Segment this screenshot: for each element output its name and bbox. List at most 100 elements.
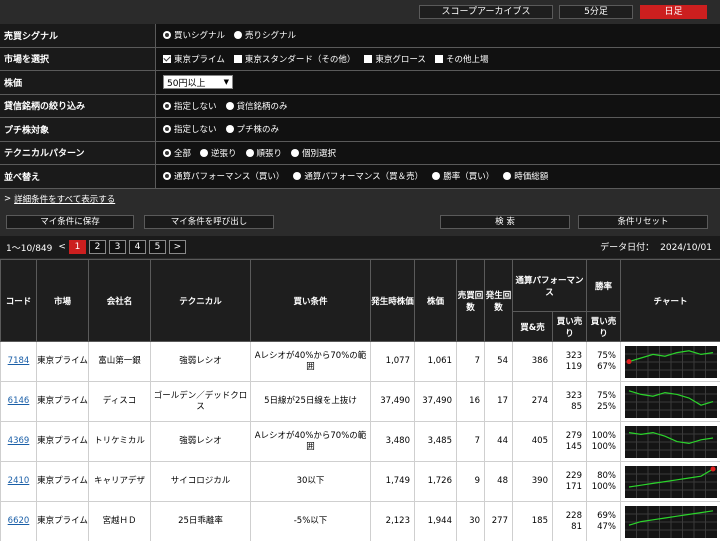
- occurrence-count-cell: 54: [484, 341, 513, 382]
- option-label: 逆張り: [211, 148, 237, 159]
- condition-cell: Aレシオが40%から70%の範囲: [250, 421, 371, 462]
- checkbox-icon[interactable]: [163, 54, 171, 63]
- filter-options: 指定しない 貸信銘柄のみ: [157, 95, 720, 118]
- trade-count-cell: 9: [456, 461, 485, 502]
- header-market: 市場: [36, 259, 89, 342]
- page-button[interactable]: 5: [148, 240, 166, 254]
- company-cell: ディスコ: [88, 381, 151, 422]
- radio-icon[interactable]: [163, 148, 171, 157]
- radio-icon[interactable]: [503, 172, 512, 181]
- signal-price-cell: 37,490: [370, 381, 415, 422]
- search-button[interactable]: 検 索: [440, 215, 570, 229]
- next-page-button[interactable]: >: [168, 240, 186, 254]
- radio-icon[interactable]: [432, 172, 441, 181]
- company-cell: 宮越ＨＤ: [88, 501, 151, 541]
- perf-buy: 323: [565, 390, 582, 401]
- load-condition-button[interactable]: マイ条件を呼び出し: [144, 215, 274, 229]
- price-cell: 3,485: [414, 421, 457, 462]
- option-label: 売りシグナル: [245, 31, 297, 42]
- checkbox-option[interactable]: その他上場: [434, 53, 488, 65]
- occurrence-count-cell: 277: [484, 501, 513, 541]
- mini-chart[interactable]: [624, 505, 717, 538]
- stock-code-link[interactable]: 2410: [8, 476, 30, 486]
- win-rate-cell: 75% 67%: [586, 341, 621, 382]
- checkbox-option[interactable]: 東京スタンダード（その他）: [233, 53, 356, 65]
- option-label: 時価総額: [514, 172, 549, 183]
- save-condition-button[interactable]: マイ条件に保存: [6, 215, 134, 229]
- radio-icon[interactable]: [225, 125, 234, 134]
- radio-icon[interactable]: [291, 148, 300, 157]
- radio-option[interactable]: 順張り: [245, 147, 282, 159]
- stock-code-link[interactable]: 7184: [8, 356, 30, 366]
- perf-sell: 81: [571, 521, 582, 532]
- header-perf-both: 買&売: [512, 311, 553, 342]
- checkbox-option[interactable]: 東京グロース: [364, 53, 426, 65]
- option-label: 全部: [174, 148, 192, 159]
- stock-code-link[interactable]: 6620: [8, 516, 30, 526]
- radio-option[interactable]: 個別選択: [291, 147, 336, 159]
- trade-count-cell: 7: [456, 341, 485, 382]
- option-label: 買いシグナル: [174, 31, 226, 42]
- checkbox-icon[interactable]: [233, 54, 242, 63]
- stock-code-link[interactable]: 6146: [8, 396, 30, 406]
- win-sell: 25%: [597, 401, 616, 412]
- checkbox-icon[interactable]: [364, 54, 373, 63]
- stock-code-link[interactable]: 4369: [8, 436, 30, 446]
- page-button[interactable]: 1: [68, 240, 86, 254]
- interval-5min-button[interactable]: 5分足: [559, 5, 633, 19]
- radio-option[interactable]: 逆張り: [200, 147, 237, 159]
- header-signal-price: 発生時株価: [370, 259, 415, 342]
- archive-button[interactable]: スコープアーカイブス: [419, 5, 553, 19]
- radio-icon[interactable]: [163, 172, 171, 181]
- mini-chart[interactable]: [624, 425, 717, 458]
- header-price: 株価: [414, 259, 457, 342]
- mini-chart[interactable]: [624, 385, 717, 418]
- prev-page-button[interactable]: <: [58, 242, 66, 252]
- daily-button[interactable]: 日足: [640, 5, 707, 19]
- radio-icon[interactable]: [245, 148, 254, 157]
- code-cell: 2410: [0, 461, 37, 502]
- option-label: 東京グロース: [375, 54, 426, 65]
- radio-option[interactable]: 通算パフォーマンス（買い）: [163, 170, 284, 182]
- page-button[interactable]: 4: [128, 240, 146, 254]
- radio-icon[interactable]: [225, 101, 234, 110]
- header-chart: チャート: [620, 259, 720, 342]
- page-button[interactable]: 3: [108, 240, 126, 254]
- radio-option[interactable]: プチ株のみ: [225, 123, 279, 135]
- radio-icon[interactable]: [200, 148, 209, 157]
- reset-button[interactable]: 条件リセット: [578, 215, 708, 229]
- chart-cell[interactable]: [620, 381, 720, 422]
- option-label: 指定しない: [174, 125, 217, 136]
- page-button[interactable]: 2: [88, 240, 106, 254]
- checkbox-option[interactable]: 東京プライム: [163, 53, 225, 65]
- radio-option[interactable]: 買いシグナル: [163, 29, 225, 41]
- chart-cell[interactable]: [620, 421, 720, 462]
- chart-cell[interactable]: [620, 341, 720, 382]
- radio-option[interactable]: 時価総額: [503, 170, 548, 182]
- filter-options: 全部 逆張り 順張り 個別選択: [157, 142, 720, 165]
- radio-icon[interactable]: [234, 31, 243, 40]
- radio-option[interactable]: 全部: [163, 147, 191, 159]
- chart-cell[interactable]: [620, 461, 720, 502]
- radio-icon[interactable]: [163, 125, 171, 134]
- radio-option[interactable]: 通算パフォーマンス（買＆売）: [293, 170, 423, 182]
- price-select[interactable]: 50円以上 ▼: [163, 75, 233, 90]
- radio-icon[interactable]: [163, 31, 171, 40]
- mini-chart[interactable]: [624, 345, 717, 378]
- radio-icon[interactable]: [163, 101, 171, 110]
- chart-cell[interactable]: [620, 501, 720, 541]
- option-label: 東京スタンダード（その他）: [244, 54, 356, 65]
- checkbox-icon[interactable]: [434, 54, 443, 63]
- radio-option[interactable]: 指定しない: [163, 100, 217, 112]
- radio-icon[interactable]: [293, 172, 302, 181]
- radio-option[interactable]: 売りシグナル: [234, 29, 296, 41]
- header-performance: 通算パフォーマンス: [512, 259, 587, 312]
- filter-options: 指定しない プチ株のみ: [157, 118, 720, 141]
- mini-chart[interactable]: [624, 465, 717, 498]
- radio-option[interactable]: 勝率（買い）: [432, 170, 494, 182]
- filter-row: テクニカルパターン 全部 逆張り 順張り 個別選択: [0, 141, 720, 165]
- filter-row: 市場を選択 東京プライム 東京スタンダード（その他） 東京グロース その他上場: [0, 47, 720, 71]
- radio-option[interactable]: 貸信銘柄のみ: [225, 100, 288, 112]
- radio-option[interactable]: 指定しない: [163, 123, 217, 135]
- detail-conditions-link[interactable]: > 詳細条件をすべて表示する: [0, 190, 720, 208]
